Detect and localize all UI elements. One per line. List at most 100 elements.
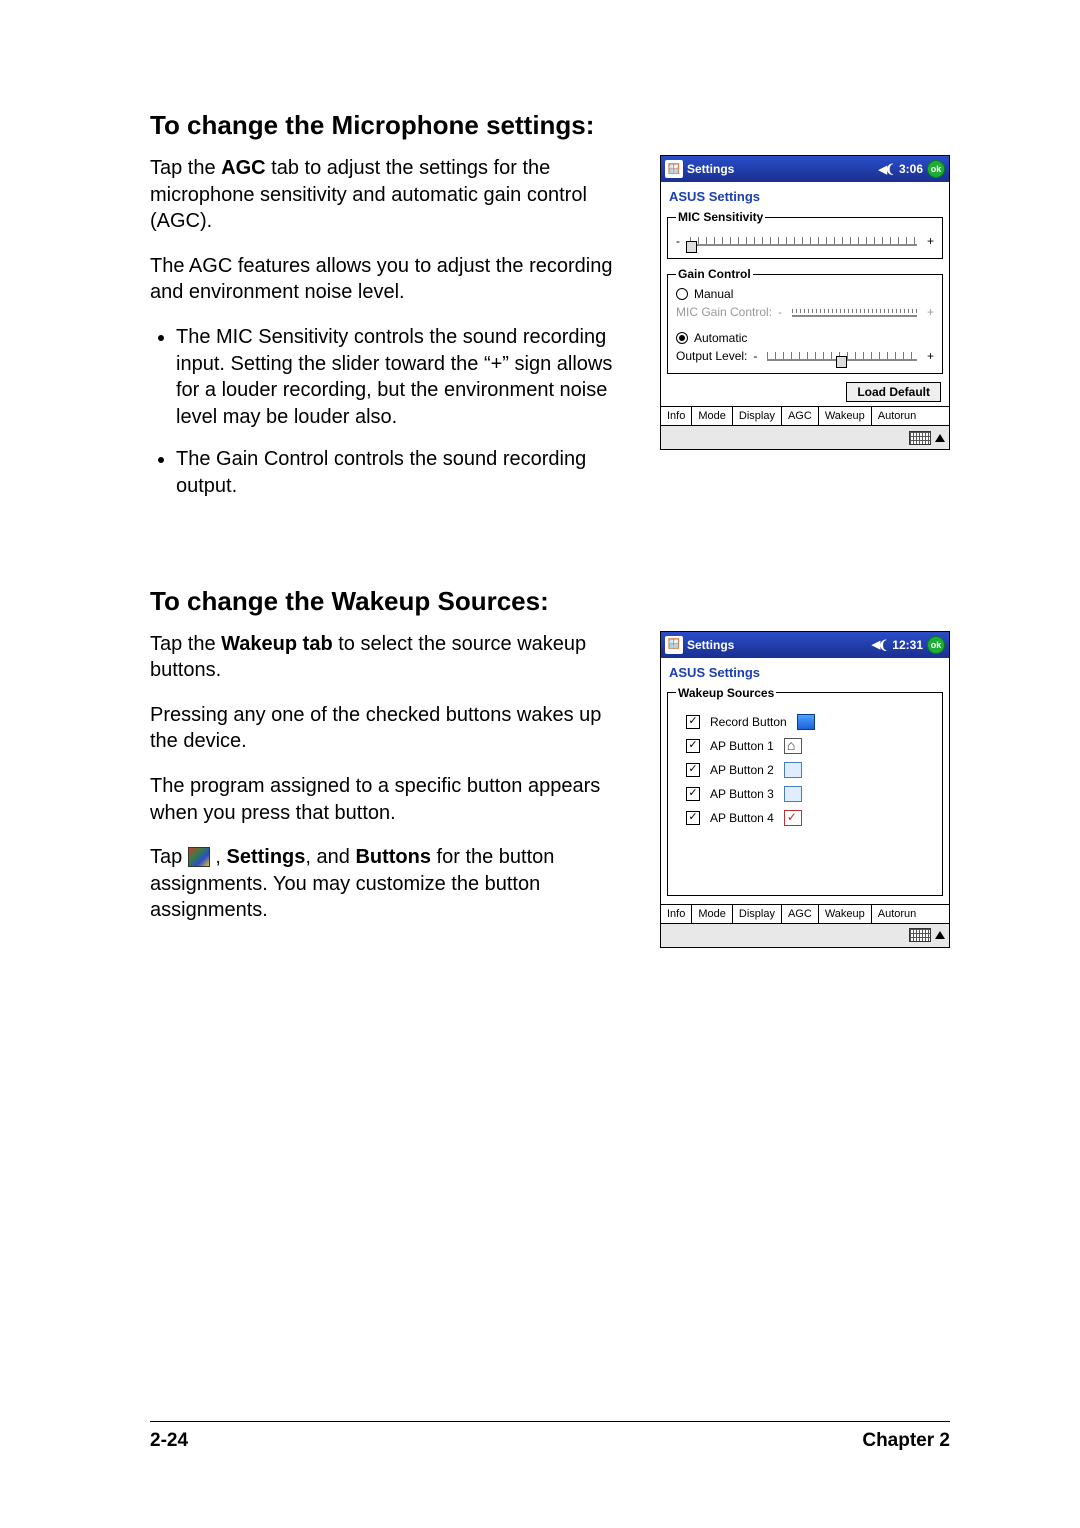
manual-radio[interactable]: Manual <box>676 287 934 301</box>
list-icon <box>784 786 802 802</box>
start-icon[interactable]: 🪟 <box>665 636 683 654</box>
settings-bold: Settings <box>226 846 305 868</box>
bullet-mic-sensitivity: The MIC Sensitivity controls the sound r… <box>176 324 632 430</box>
section2-p4: Tap , Settings, and Buttons for the butt… <box>150 844 632 924</box>
section1-text: Tap the AGC tab to adjust the settings f… <box>150 155 632 516</box>
record-label: Record Button <box>710 715 787 729</box>
keyboard-icon[interactable] <box>909 928 931 942</box>
mic-gain-label: MIC Gain Control: <box>676 305 772 319</box>
manual-label: Manual <box>694 287 733 301</box>
start-icon[interactable]: 🪟 <box>665 160 683 178</box>
volume-icon[interactable] <box>872 638 889 652</box>
ap3-label: AP Button 3 <box>710 787 774 801</box>
screenshot-wakeup-settings: 🪟 Settings 12:31 ok ASUS Settings Wakeup… <box>660 631 950 948</box>
section2-p1: Tap the Wakeup tab to select the source … <box>150 631 632 684</box>
automatic-label: Automatic <box>694 331 747 345</box>
tab-info[interactable]: Info <box>661 905 692 923</box>
minus-label: - <box>676 234 680 248</box>
clock: 12:31 <box>892 638 923 652</box>
ap3-checkbox[interactable]: ✓ <box>686 787 700 801</box>
section1-p1: Tap the AGC tab to adjust the settings f… <box>150 155 632 235</box>
output-level-label: Output Level: <box>676 349 747 363</box>
plus-label: + <box>927 234 934 248</box>
buttons-bold: Buttons <box>355 846 431 868</box>
page-number: 2-24 <box>150 1430 188 1452</box>
plus-label: + <box>927 305 934 319</box>
text: , and <box>305 846 355 868</box>
tab-display[interactable]: Display <box>733 905 782 923</box>
section2-p3: The program assigned to a specific butto… <box>150 773 632 826</box>
tab-agc[interactable]: AGC <box>782 407 819 425</box>
volume-icon[interactable] <box>878 162 895 176</box>
app-title: ASUS Settings <box>669 665 943 680</box>
home-icon <box>784 738 802 754</box>
wakeup-item-ap2: ✓ AP Button 2 <box>686 762 934 778</box>
tab-mode[interactable]: Mode <box>692 407 733 425</box>
wakeup-item-ap4: ✓ AP Button 4 <box>686 810 934 826</box>
ap2-checkbox[interactable]: ✓ <box>686 763 700 777</box>
chapter-label: Chapter 2 <box>862 1430 950 1452</box>
page-footer: 2-24 Chapter 2 <box>150 1421 950 1452</box>
wakeup-item-record: ✓ Record Button <box>686 714 934 730</box>
load-default-button[interactable]: Load Default <box>846 382 941 402</box>
tab-bar: Info Mode Display AGC Wakeup Autorun <box>661 904 949 923</box>
tab-autorun[interactable]: Autorun <box>872 407 923 425</box>
mic-sensitivity-group: MIC Sensitivity - + <box>667 210 943 259</box>
section1-p2: The AGC features allows you to adjust th… <box>150 253 632 306</box>
tab-bar: Info Mode Display AGC Wakeup Autorun <box>661 406 949 425</box>
heading-wakeup-sources: To change the Wakeup Sources: <box>150 586 950 617</box>
text: , <box>210 846 227 868</box>
gain-control-group: Gain Control Manual MIC Gain Control: - … <box>667 267 943 374</box>
wakeup-sources-legend: Wakeup Sources <box>676 686 776 700</box>
wakeup-sources-group: Wakeup Sources ✓ Record Button ✓ AP Butt… <box>667 686 943 896</box>
section1-bullets: The MIC Sensitivity controls the sound r… <box>150 324 632 500</box>
automatic-radio[interactable]: Automatic <box>676 331 934 345</box>
record-icon <box>797 714 815 730</box>
wakeup-item-ap1: ✓ AP Button 1 <box>686 738 934 754</box>
tab-info[interactable]: Info <box>661 407 692 425</box>
heading-microphone-settings: To change the Microphone settings: <box>150 110 950 141</box>
tab-agc[interactable]: AGC <box>782 905 819 923</box>
mic-sensitivity-legend: MIC Sensitivity <box>676 210 765 224</box>
ppc-titlebar: 🪟 Settings 12:31 ok <box>661 632 949 658</box>
ap2-label: AP Button 2 <box>710 763 774 777</box>
ok-button[interactable]: ok <box>927 160 945 178</box>
ap1-label: AP Button 1 <box>710 739 774 753</box>
keyboard-icon[interactable] <box>909 431 931 445</box>
window-title: Settings <box>687 162 734 176</box>
tab-mode[interactable]: Mode <box>692 905 733 923</box>
ok-button[interactable]: ok <box>927 636 945 654</box>
gain-control-legend: Gain Control <box>676 267 753 281</box>
sip-bar <box>661 425 949 449</box>
tab-autorun[interactable]: Autorun <box>872 905 923 923</box>
output-level-slider[interactable] <box>763 347 921 365</box>
sip-arrow-icon[interactable] <box>935 434 945 442</box>
screenshot-agc-settings: 🪟 Settings 3:06 ok ASUS Settings MIC Sen… <box>660 155 950 450</box>
sip-bar <box>661 923 949 947</box>
ap4-checkbox[interactable]: ✓ <box>686 811 700 825</box>
window-title: Settings <box>687 638 734 652</box>
tab-wakeup[interactable]: Wakeup <box>819 905 872 923</box>
record-checkbox[interactable]: ✓ <box>686 715 700 729</box>
minus-label: - <box>753 349 757 363</box>
section2-text: Tap the Wakeup tab to select the source … <box>150 631 632 942</box>
text: Tap the <box>150 633 221 655</box>
text: Tap <box>150 846 188 868</box>
check-icon <box>784 810 802 826</box>
bullet-gain-control: The Gain Control controls the sound reco… <box>176 446 632 499</box>
plus-label: + <box>927 349 934 363</box>
clock: 3:06 <box>899 162 923 176</box>
section2-p2: Pressing any one of the checked buttons … <box>150 702 632 755</box>
tab-display[interactable]: Display <box>733 407 782 425</box>
sip-arrow-icon[interactable] <box>935 931 945 939</box>
ppc-titlebar: 🪟 Settings 3:06 ok <box>661 156 949 182</box>
tab-wakeup[interactable]: Wakeup <box>819 407 872 425</box>
mic-sensitivity-slider[interactable] <box>686 232 921 250</box>
text: Tap the <box>150 157 221 179</box>
ap4-label: AP Button 4 <box>710 811 774 825</box>
ap1-checkbox[interactable]: ✓ <box>686 739 700 753</box>
mic-gain-slider <box>788 303 921 321</box>
app-title: ASUS Settings <box>669 189 943 204</box>
grid-icon <box>784 762 802 778</box>
wakeup-tab-bold: Wakeup tab <box>221 633 333 655</box>
